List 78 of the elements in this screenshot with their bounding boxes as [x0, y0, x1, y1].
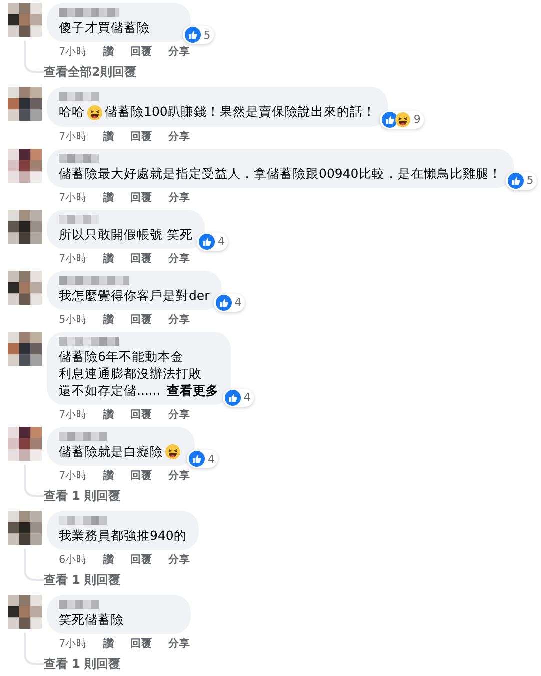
- comment-time[interactable]: 7小時: [59, 45, 88, 59]
- comment-line: 儲蓄險6年不能動本金: [59, 348, 184, 364]
- reaction-badge[interactable]: 5: [182, 26, 214, 44]
- like-link[interactable]: 讚: [104, 312, 115, 327]
- comment-time[interactable]: 7小時: [59, 469, 88, 484]
- redacted-name: [59, 516, 109, 526]
- share-link[interactable]: 分享: [168, 408, 191, 422]
- reaction-badge[interactable]: 4: [214, 294, 245, 312]
- reply-link[interactable]: 回覆: [130, 252, 153, 266]
- comment-time[interactable]: 7小時: [59, 408, 88, 422]
- reaction-badge[interactable]: 9: [380, 110, 424, 129]
- comment-line: 還不如存定儲......: [59, 382, 161, 398]
- redacted-name: [59, 276, 129, 285]
- comment-time[interactable]: 6小時: [59, 553, 88, 568]
- share-link[interactable]: 分享: [168, 553, 191, 568]
- like-link[interactable]: 讚: [104, 469, 115, 484]
- view-replies-link[interactable]: 查看 1 則回覆: [44, 572, 121, 590]
- redacted-name: [59, 336, 119, 346]
- redacted-name: [59, 92, 99, 101]
- share-link[interactable]: 分享: [168, 637, 191, 652]
- share-link[interactable]: 分享: [168, 190, 191, 205]
- like-link[interactable]: 讚: [104, 190, 115, 205]
- view-replies-link[interactable]: 查看 1 則回覆: [44, 656, 121, 674]
- redacted-name: [59, 154, 99, 163]
- like-icon: [508, 172, 524, 189]
- reply-link[interactable]: 回覆: [130, 45, 153, 59]
- reaction-badge[interactable]: 4: [187, 450, 218, 468]
- reply-link[interactable]: 回覆: [130, 312, 153, 327]
- share-link[interactable]: 分享: [168, 130, 191, 144]
- like-icon: [184, 27, 201, 43]
- laughing-face-icon: [87, 104, 103, 121]
- comment-text: 哈哈 儲蓄險100趴賺錢！果然是賣保險說出來的話！: [59, 104, 376, 119]
- like-icon: [382, 112, 398, 128]
- reaction-badge[interactable]: 4: [222, 388, 254, 407]
- comment-line: 利息連通膨都沒辦法打敗: [59, 366, 202, 381]
- redacted-name: [59, 432, 109, 441]
- redacted-name: [59, 214, 99, 224]
- reply-link[interactable]: 回覆: [130, 469, 153, 484]
- like-icon: [224, 390, 241, 406]
- redacted-name: [59, 600, 99, 610]
- comment-text: 我怎麼覺得你客戶是對der: [59, 288, 210, 303]
- reply-link[interactable]: 回覆: [130, 130, 153, 144]
- reaction-badge[interactable]: 5: [506, 172, 537, 190]
- like-link[interactable]: 讚: [104, 637, 115, 652]
- like-icon: [216, 294, 232, 311]
- comment-text: 所以只敢開假帳號 笑死: [59, 226, 193, 242]
- reply-link[interactable]: 回覆: [130, 190, 153, 205]
- share-link[interactable]: 分享: [168, 312, 191, 327]
- comment-text: 儲蓄險最大好處就是指定受益人，拿儲蓄險跟00940比較，是在懶鳥比雞腿！: [59, 166, 502, 181]
- comment-text: 笑死儲蓄險: [59, 612, 124, 628]
- comment-time[interactable]: 7小時: [59, 190, 88, 205]
- like-link[interactable]: 讚: [104, 252, 115, 266]
- view-replies-link[interactable]: 查看 1 則回覆: [44, 488, 121, 506]
- laughing-face-icon: [165, 444, 181, 460]
- reaction-badge[interactable]: 4: [196, 232, 228, 251]
- like-link[interactable]: 讚: [104, 130, 115, 144]
- reply-link[interactable]: 回覆: [130, 408, 153, 422]
- redacted-name: [59, 8, 119, 17]
- share-link[interactable]: 分享: [168, 45, 191, 59]
- comment-text: 我業務員都強推940的: [59, 528, 187, 544]
- comment-time[interactable]: 7小時: [59, 130, 88, 144]
- like-link[interactable]: 讚: [104, 45, 115, 59]
- share-link[interactable]: 分享: [168, 252, 191, 266]
- comment-text: 儲蓄險就是白癡險: [59, 444, 183, 459]
- like-link[interactable]: 讚: [104, 553, 115, 568]
- like-link[interactable]: 讚: [104, 408, 115, 422]
- like-icon: [189, 451, 205, 468]
- reply-link[interactable]: 回覆: [130, 553, 153, 568]
- like-icon: [198, 234, 215, 250]
- comment-text: 傻子才買儲蓄險: [59, 20, 150, 35]
- laughing-face-icon: [394, 112, 411, 128]
- see-more-link[interactable]: 查看更多: [166, 382, 219, 398]
- comment-time[interactable]: 7小時: [59, 637, 88, 652]
- comment-time[interactable]: 7小時: [59, 252, 88, 266]
- comment-time[interactable]: 5小時: [59, 312, 88, 327]
- share-link[interactable]: 分享: [168, 469, 191, 484]
- reply-link[interactable]: 回覆: [130, 637, 153, 652]
- view-replies-link[interactable]: 查看全部2則回覆: [44, 64, 136, 81]
